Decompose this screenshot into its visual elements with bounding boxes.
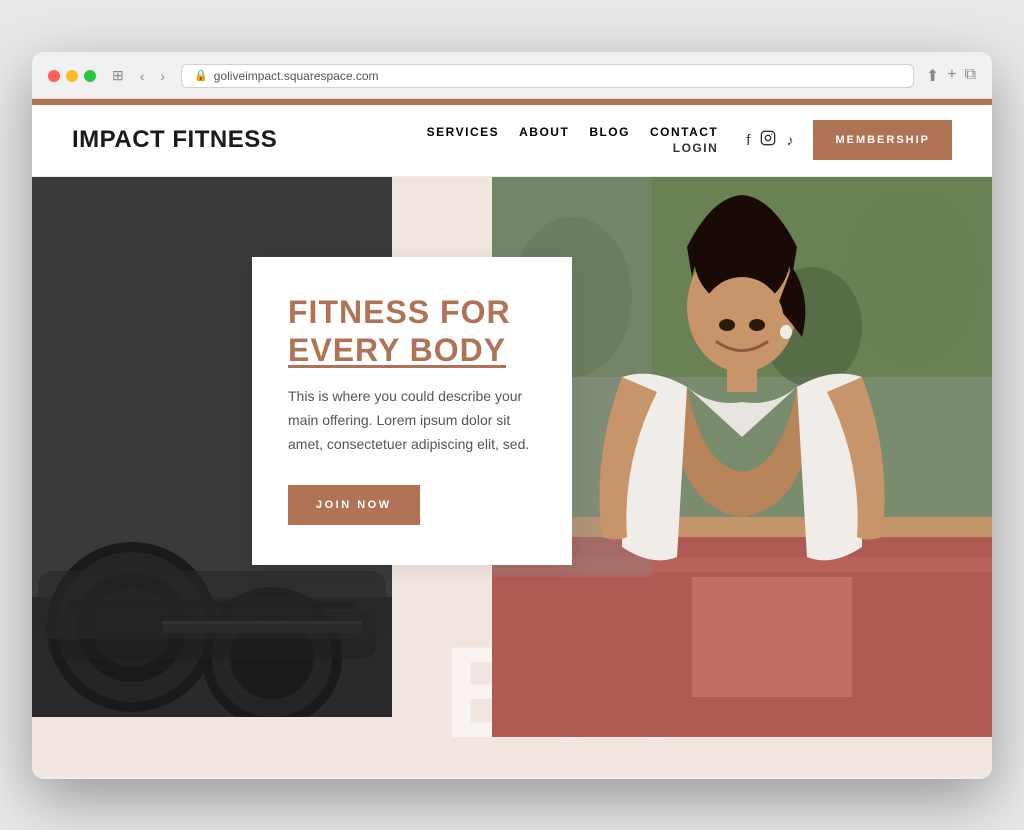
browser-controls: ⊞ ‹ › — [108, 65, 169, 86]
nav-login[interactable]: LOGIN — [673, 141, 719, 155]
sidebar-toggle-icon[interactable]: ⊞ — [108, 65, 128, 86]
nav-contact[interactable]: CONTACT — [650, 125, 718, 139]
nav-about[interactable]: ABOUT — [519, 125, 569, 139]
fullscreen-dot[interactable] — [84, 70, 96, 82]
join-now-button[interactable]: JOIN NOW — [288, 485, 420, 525]
website: IMPACT FITNESS SERVICES ABOUT BLOG CONTA… — [32, 99, 992, 779]
tiktok-icon[interactable]: ♪ — [786, 132, 793, 148]
nav-services[interactable]: SERVICES — [427, 125, 499, 139]
close-dot[interactable] — [48, 70, 60, 82]
lock-icon: 🔒 — [194, 69, 208, 82]
accent-block — [692, 577, 852, 697]
tabs-icon[interactable]: ⧉ — [965, 66, 976, 86]
forward-icon[interactable]: › — [156, 66, 169, 86]
nav-social-links: f ♪ — [746, 130, 793, 150]
nav-top-links: SERVICES ABOUT BLOG CONTACT — [427, 125, 719, 139]
share-icon[interactable]: ⬆ — [926, 66, 939, 86]
url-text: goliveimpact.squarespace.com — [214, 69, 379, 83]
membership-button[interactable]: MEMBERSHIP — [813, 120, 952, 160]
hero-title: FITNESS FOR EVERY BODY — [288, 293, 536, 370]
navbar: IMPACT FITNESS SERVICES ABOUT BLOG CONTA… — [32, 105, 992, 177]
minimize-dot[interactable] — [66, 70, 78, 82]
hero-section: ESS IMPAC — [32, 177, 992, 777]
hero-title-line1: FITNESS FOR — [288, 293, 536, 331]
nav-links-container: SERVICES ABOUT BLOG CONTACT LOGIN — [427, 125, 719, 155]
browser-window: ⊞ ‹ › 🔒 goliveimpact.squarespace.com ⬆ +… — [32, 52, 992, 779]
back-icon[interactable]: ‹ — [136, 66, 149, 86]
browser-actions: ⬆ + ⧉ — [926, 66, 976, 86]
instagram-icon[interactable] — [760, 130, 776, 150]
hero-description: This is where you could describe your ma… — [288, 385, 536, 456]
nav-blog[interactable]: BLOG — [589, 125, 630, 139]
new-tab-icon[interactable]: + — [947, 66, 956, 86]
address-bar[interactable]: 🔒 goliveimpact.squarespace.com — [181, 64, 914, 88]
hero-title-line2: EVERY BODY — [288, 331, 536, 369]
browser-dots — [48, 70, 96, 82]
hero-content-card: FITNESS FOR EVERY BODY This is where you… — [252, 257, 572, 565]
facebook-icon[interactable]: f — [746, 132, 750, 149]
browser-chrome: ⊞ ‹ › 🔒 goliveimpact.squarespace.com ⬆ +… — [32, 52, 992, 99]
hero-title-line2-text: EVERY BODY — [288, 332, 506, 368]
brand-logo[interactable]: IMPACT FITNESS — [72, 126, 277, 154]
